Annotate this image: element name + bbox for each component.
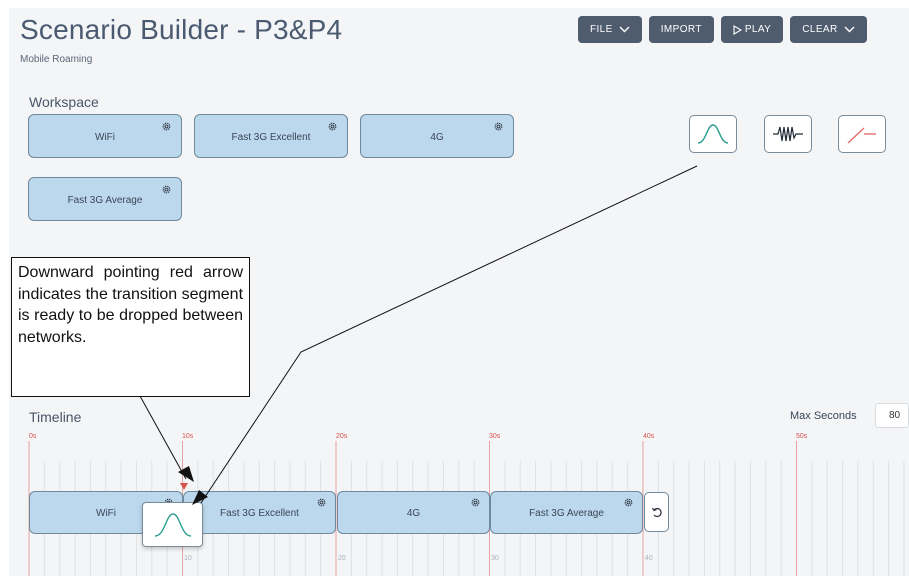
timeline-block-4g[interactable]: 4G [337,491,490,534]
dragged-segment-tile[interactable] [142,502,203,547]
gear-icon[interactable] [470,497,481,508]
undo-button[interactable] [644,492,669,532]
tick-label-bottom: 40 [645,555,653,562]
drop-marker-icon [180,483,188,490]
tick-label-bottom: 30 [491,555,499,562]
block-label: Fast 3G Average [529,508,604,519]
block-label: WiFi [96,508,116,519]
gear-icon[interactable] [623,497,634,508]
timeline-block-fast-3g-average[interactable]: Fast 3G Average [490,491,643,534]
tick-label-bottom: 20 [338,555,346,562]
timeline-block-fast-3g-excellent[interactable]: Fast 3G Excellent [183,491,336,534]
gear-icon[interactable] [316,497,327,508]
block-label: 4G [406,508,421,519]
block-label: Fast 3G Excellent [220,508,299,519]
annotation-callout: Downward pointing red arrow indicates th… [11,257,250,397]
tick-label-bottom: 10 [184,555,192,562]
bell-curve-icon [154,512,191,537]
undo-icon [651,507,662,518]
